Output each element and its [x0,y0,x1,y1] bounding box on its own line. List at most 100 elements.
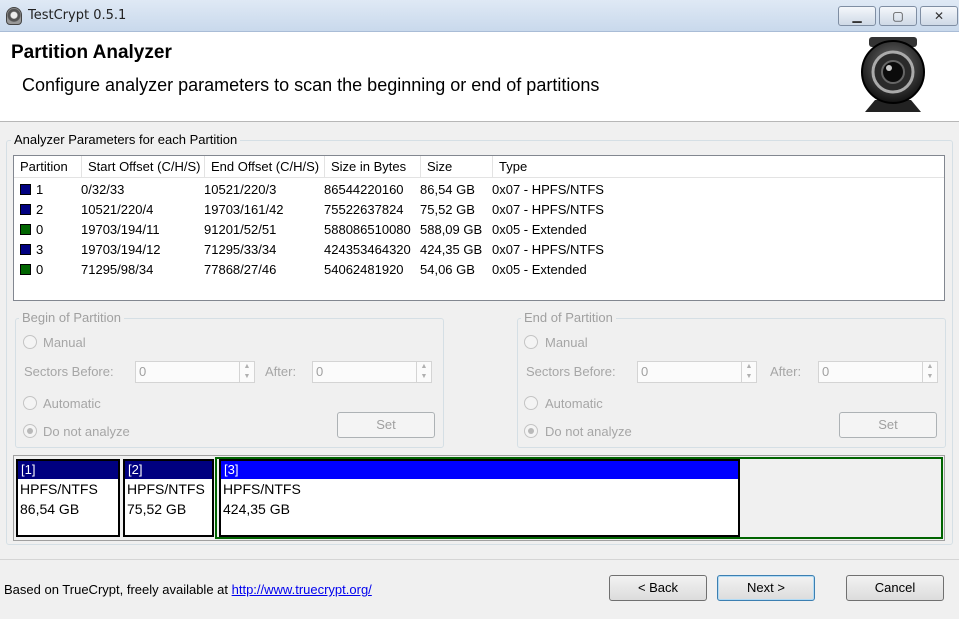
webcam-logo-icon [861,37,925,112]
partition-block-3[interactable]: [3] HPFS/NTFS 424,35 GB [219,459,740,537]
table-cell-type: 0x05 - Extended [492,222,587,237]
back-button[interactable]: < Back [609,575,707,601]
table-row[interactable]: 1 0/32/33 10521/220/3 86544220160 86,54 GB 0x… [14,180,944,200]
end-sectors-before-label: Sectors Before: [526,364,616,379]
wizard-header: Partition Analyzer Configure analyzer pa… [0,32,959,122]
end-set-button[interactable]: Set [839,412,937,438]
table-cell-size: 424,35 GB [420,242,483,257]
column-header[interactable]: Partition [14,156,82,178]
truecrypt-link[interactable]: http://www.truecrypt.org/ [232,582,372,597]
partition-size: 424,35 GB [223,501,290,517]
partition-size: 86,54 GB [20,501,80,517]
page-title: Partition Analyzer [11,42,172,63]
end-manual-radio[interactable] [524,335,538,349]
spin-up-icon[interactable]: ▲ [417,362,431,372]
partition-fs: HPFS/NTFS [20,481,98,497]
begin-before-value: 0 [139,364,147,379]
spin-up-icon[interactable]: ▲ [923,362,937,372]
table-cell-bytes: 588086510080 [324,222,411,237]
begin-automatic-label: Automatic [43,396,101,411]
table-header: Partition Start Offset (C/H/S) End Offse… [14,156,944,178]
begin-group-label: Begin of Partition [19,310,125,325]
table-cell-start: 19703/194/12 [81,242,161,257]
table-cell-type: 0x07 - HPFS/NTFS [492,202,604,217]
table-cell-type: 0x05 - Extended [492,262,587,277]
begin-do-not-analyze-radio[interactable] [23,424,37,438]
spin-up-icon[interactable]: ▲ [742,362,756,372]
partition-block-1[interactable]: [1] HPFS/NTFS 86,54 GB [16,459,120,537]
spin-buttons[interactable]: ▲ ▼ [741,362,756,382]
end-after-input[interactable]: 0 ▲ ▼ [818,361,938,383]
next-button[interactable]: Next > [717,575,815,601]
end-after-value: 0 [822,364,830,379]
column-header[interactable]: Type [493,156,945,178]
begin-sectors-before-input[interactable]: 0 ▲ ▼ [135,361,255,383]
begin-set-button[interactable]: Set [337,412,435,438]
spin-up-icon[interactable]: ▲ [240,362,254,372]
table-row[interactable]: 3 19703/194/12 71295/33/34 424353464320 424,… [14,240,944,260]
partition-size: 75,52 GB [127,501,187,517]
table-cell-start: 71295/98/34 [81,262,154,277]
spin-buttons[interactable]: ▲ ▼ [416,362,431,382]
table-row[interactable]: 0 71295/98/34 77868/27/46 54062481920 54,06 … [14,260,944,280]
end-automatic-radio[interactable] [524,396,538,410]
table-cell-bytes: 75522637824 [324,202,404,217]
column-header[interactable]: Size [421,156,493,178]
partition-header: [1] [18,461,118,479]
params-group-label: Analyzer Parameters for each Partition [11,132,241,147]
footer-divider [0,559,959,560]
begin-after-input[interactable]: 0 ▲ ▼ [312,361,432,383]
maximize-button[interactable]: ▢ [879,6,917,26]
begin-after-label: After: [265,364,297,379]
spin-down-icon[interactable]: ▼ [742,372,756,382]
column-header[interactable]: End Offset (C/H/S) [205,156,325,178]
table-cell-end: 19703/161/42 [204,202,284,217]
table-row[interactable]: 0 19703/194/11 91201/52/51 588086510080 588,… [14,220,944,240]
end-do-not-analyze-label: Do not analyze [545,424,632,439]
partition-header: [2] [125,461,212,479]
table-cell-partition: 1 [20,180,43,200]
spin-buttons[interactable]: ▲ ▼ [239,362,254,382]
table-cell-type: 0x07 - HPFS/NTFS [492,242,604,257]
partition-header: [3] [221,461,738,479]
table-cell-bytes: 86544220160 [324,182,404,197]
table-cell-start: 19703/194/11 [81,222,160,237]
table-cell-size: 75,52 GB [420,202,475,217]
table-cell-partition: 0 [20,220,43,240]
end-before-value: 0 [641,364,649,379]
table-cell-size: 86,54 GB [420,182,475,197]
begin-automatic-radio[interactable] [23,396,37,410]
partition-color-swatch [20,244,31,255]
end-group-label: End of Partition [521,310,616,325]
footer-text: Based on TrueCrypt, freely available at … [4,582,372,597]
minimize-button[interactable]: ▁ [838,6,876,26]
close-button[interactable]: ✕ [920,6,958,26]
end-automatic-label: Automatic [545,396,603,411]
spin-down-icon[interactable]: ▼ [923,372,937,382]
begin-manual-radio[interactable] [23,335,37,349]
partition-block-2[interactable]: [2] HPFS/NTFS 75,52 GB [123,459,214,537]
begin-do-not-analyze-label: Do not analyze [43,424,130,439]
page-subtitle: Configure analyzer parameters to scan th… [22,75,600,95]
table-cell-start: 10521/220/4 [81,202,154,217]
footer-note: Based on TrueCrypt, freely available at [4,582,232,597]
cancel-button[interactable]: Cancel [846,575,944,601]
spin-down-icon[interactable]: ▼ [240,372,254,382]
table-cell-end: 10521/220/3 [204,182,277,197]
partition-fs: HPFS/NTFS [223,481,301,497]
table-cell-bytes: 54062481920 [324,262,404,277]
end-sectors-before-input[interactable]: 0 ▲ ▼ [637,361,757,383]
partition-table[interactable]: Partition Start Offset (C/H/S) End Offse… [13,155,945,301]
partition-number: 0 [36,262,44,277]
spin-buttons[interactable]: ▲ ▼ [922,362,937,382]
column-header[interactable]: Start Offset (C/H/S) [82,156,205,178]
end-do-not-analyze-radio[interactable] [524,424,538,438]
begin-sectors-before-label: Sectors Before: [24,364,114,379]
table-cell-type: 0x07 - HPFS/NTFS [492,182,604,197]
table-cell-partition: 3 [20,240,43,260]
table-cell-partition: 2 [20,200,43,220]
table-cell-size: 54,06 GB [420,262,475,277]
spin-down-icon[interactable]: ▼ [417,372,431,382]
column-header[interactable]: Size in Bytes [325,156,421,178]
table-row[interactable]: 2 10521/220/4 19703/161/42 75522637824 75,52… [14,200,944,220]
